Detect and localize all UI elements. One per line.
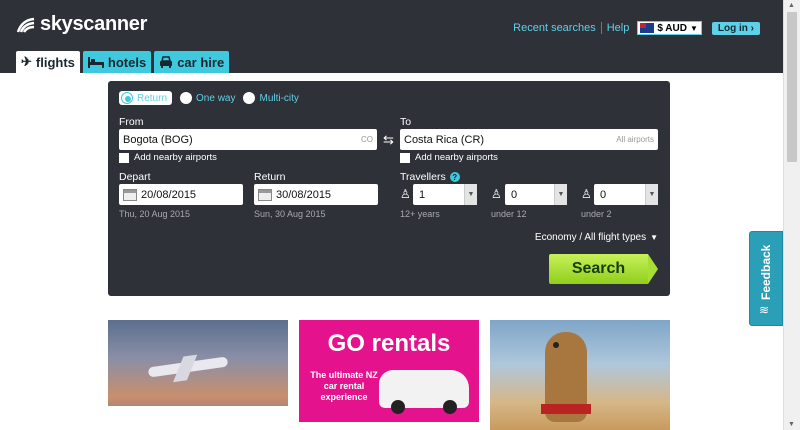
depart-date-input[interactable]: 20/08/2015 — [119, 184, 243, 205]
infant-icon: ♙ — [581, 187, 592, 201]
skyscanner-logo[interactable]: skyscanner — [16, 13, 147, 36]
radio-icon — [243, 92, 256, 104]
trip-type-multi-city[interactable]: Multi-city — [243, 92, 299, 104]
tab-flights[interactable]: ✈ flights — [16, 51, 80, 73]
divider — [600, 22, 602, 34]
cabin-class-selector[interactable]: Economy / All flight types ▼ — [535, 232, 658, 243]
adults-select[interactable]: 1 ▼ — [413, 184, 477, 205]
promo-card-camel[interactable] — [490, 320, 670, 430]
radio-label: One way — [196, 92, 236, 104]
search-button[interactable]: Search — [549, 254, 658, 284]
radio-selected-icon — [121, 92, 133, 104]
calendar-icon — [123, 188, 137, 201]
calendar-icon — [258, 188, 272, 201]
plane-icon: ✈ — [21, 54, 32, 69]
return-label: Return — [254, 171, 286, 183]
login-button[interactable]: Log in › — [711, 21, 760, 35]
header-links: Recent searches Help $ AUD ▼ Log in › — [513, 21, 760, 35]
cloud-logo-icon — [16, 17, 35, 33]
scroll-down-icon[interactable]: ▼ — [788, 421, 795, 428]
trip-type-return[interactable]: Return — [119, 91, 173, 105]
currency-selector[interactable]: $ AUD ▼ — [637, 21, 702, 35]
recent-searches-link[interactable]: Recent searches — [513, 22, 596, 34]
adults-age-text: 12+ years — [400, 209, 440, 219]
from-input[interactable]: Bogota (BOG) CO — [119, 129, 377, 150]
checkbox-icon — [400, 152, 410, 163]
scrollbar-thumb[interactable] — [787, 12, 797, 162]
chevron-down-icon: ▼ — [464, 184, 477, 205]
children-age-text: under 12 — [491, 209, 527, 219]
depart-label: Depart — [119, 171, 151, 183]
site-header: skyscanner Recent searches Help $ AUD ▼ … — [0, 0, 783, 73]
infants-select[interactable]: 0 ▼ — [594, 184, 658, 205]
tab-label: car hire — [177, 54, 225, 70]
to-airports-hint: All airports — [616, 135, 654, 144]
trip-type-group: Return One way Multi-city — [119, 91, 307, 105]
radio-label: Multi-city — [259, 92, 299, 104]
go-rentals-logo: GO rentals — [327, 330, 451, 357]
trip-type-one-way[interactable]: One way — [180, 92, 235, 104]
checkbox-icon — [119, 152, 129, 163]
chevron-down-icon: ▼ — [689, 23, 698, 33]
travellers-text: Travellers — [400, 171, 446, 183]
skyscanner-cloud-icon: ≋ — [759, 303, 770, 317]
from-label: From — [119, 116, 144, 128]
travellers-label: Travellers? — [400, 171, 460, 183]
to-input[interactable]: Costa Rica (CR) All airports — [400, 129, 658, 150]
children-value: 0 — [511, 188, 518, 201]
return-value: 30/08/2015 — [276, 188, 332, 201]
checkbox-label: Add nearby airports — [134, 152, 217, 163]
scroll-up-icon[interactable]: ▲ — [788, 2, 795, 9]
australia-flag-icon — [640, 23, 655, 33]
promo-card-flights[interactable] — [108, 320, 288, 430]
from-country-hint: CO — [361, 135, 373, 144]
flight-search-panel: Return One way Multi-city From Bogota (B… — [108, 81, 670, 296]
depart-value: 20/08/2015 — [141, 188, 197, 201]
infants-value: 0 — [600, 188, 607, 201]
feedback-tab[interactable]: Feedback ≋ — [749, 231, 783, 326]
car-image — [379, 370, 469, 414]
feedback-label: Feedback — [759, 244, 773, 300]
to-value: Costa Rica (CR) — [404, 133, 485, 146]
card-footer — [108, 406, 288, 430]
bed-icon — [87, 57, 104, 68]
to-label: To — [400, 116, 412, 128]
car-icon — [160, 56, 173, 68]
help-link[interactable]: Help — [607, 22, 630, 34]
adults-value: 1 — [419, 188, 426, 201]
airplane-image — [147, 356, 229, 378]
from-nearby-checkbox[interactable]: Add nearby airports — [119, 152, 217, 163]
radio-icon — [180, 92, 193, 104]
tab-label: hotels — [107, 54, 147, 70]
checkbox-label: Add nearby airports — [415, 152, 498, 163]
chevron-down-icon: ▼ — [554, 184, 567, 205]
return-date-text: Sun, 30 Aug 2015 — [254, 209, 326, 219]
swap-icon[interactable]: ⇆ — [383, 132, 394, 148]
tab-hotels[interactable]: hotels — [82, 51, 152, 73]
return-date-input[interactable]: 30/08/2015 — [254, 184, 378, 205]
to-nearby-checkbox[interactable]: Add nearby airports — [400, 152, 498, 163]
camel-image — [541, 332, 591, 422]
tab-label: flights — [35, 54, 75, 70]
depart-date-text: Thu, 20 Aug 2015 — [119, 209, 191, 219]
cabin-class-label: Economy / All flight types — [534, 232, 647, 243]
tab-car-hire[interactable]: car hire — [154, 51, 230, 73]
chevron-down-icon: ▼ — [645, 184, 658, 205]
promo-card-go-rentals[interactable]: GO rentals The ultimate NZ car rental ex… — [299, 320, 479, 430]
child-icon: ♙ — [491, 187, 502, 201]
caret-down-icon: ▼ — [650, 233, 658, 242]
rentals-tagline: The ultimate NZ car rental experience — [310, 370, 378, 402]
from-value: Bogota (BOG) — [123, 133, 193, 146]
brand-name: skyscanner — [40, 13, 148, 35]
currency-label: $ AUD — [657, 22, 687, 34]
infants-age-text: under 2 — [581, 209, 612, 219]
page-scrollbar[interactable]: ▲ ▼ — [783, 0, 800, 430]
card-footer — [299, 422, 479, 430]
help-icon[interactable]: ? — [449, 172, 460, 183]
product-tabs: ✈ flights hotels car hire — [16, 51, 232, 73]
children-select[interactable]: 0 ▼ — [505, 184, 567, 205]
adult-icon: ♙ — [400, 187, 411, 201]
radio-label: Return — [137, 92, 168, 104]
